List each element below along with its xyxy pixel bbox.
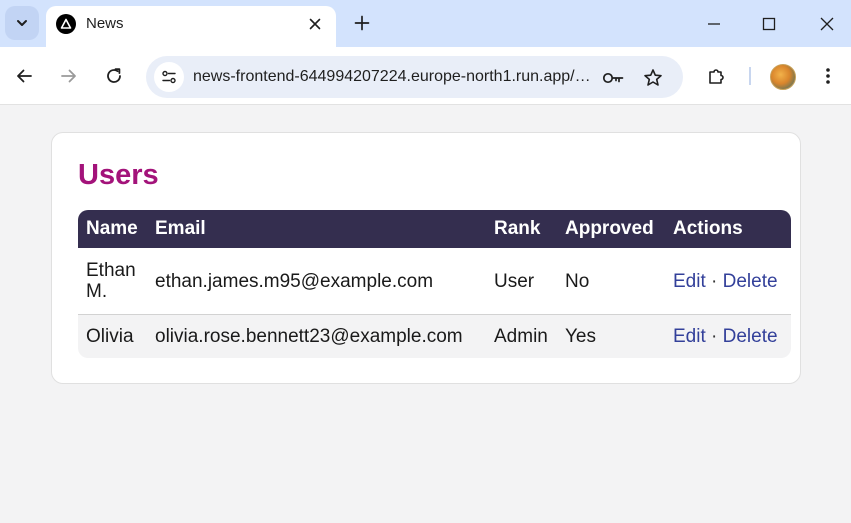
address-bar[interactable]: news-frontend-644994207224.europe-north1… [146, 56, 683, 98]
profile-avatar[interactable] [770, 64, 796, 90]
minimize-icon [708, 23, 720, 25]
password-manager-button[interactable] [601, 66, 625, 90]
column-header-email: Email [147, 210, 486, 248]
tab-title: News [86, 15, 124, 32]
table-row: Ethan M. ethan.james.m95@example.com Use… [78, 248, 791, 315]
browser-toolbar: news-frontend-644994207224.europe-north1… [0, 47, 851, 105]
maximize-icon [762, 17, 776, 31]
column-header-actions: Actions [665, 210, 791, 248]
key-icon [602, 72, 624, 84]
table-header-row: Name Email Rank Approved Actions [78, 210, 791, 248]
action-separator: · [711, 326, 718, 347]
plus-icon [354, 15, 370, 31]
back-button[interactable] [12, 64, 36, 88]
edit-link[interactable]: Edit [673, 271, 706, 292]
menu-dots-icon [826, 68, 830, 84]
forward-arrow-icon [61, 69, 76, 83]
reload-icon [107, 68, 121, 83]
chevron-down-icon [17, 20, 27, 26]
user-actions: Edit · Delete [665, 248, 791, 315]
tab-strip: News [0, 0, 851, 47]
tab-search-button[interactable] [5, 6, 39, 40]
favicon-triangle-icon [56, 14, 76, 34]
column-header-name: Name [78, 210, 147, 248]
action-separator: · [711, 270, 718, 292]
users-card: Users Name Email Rank Approved Actions E… [51, 132, 801, 384]
edit-link[interactable]: Edit [673, 326, 706, 347]
column-header-approved: Approved [557, 210, 665, 248]
column-header-rank: Rank [486, 210, 557, 248]
url-text[interactable]: news-frontend-644994207224.europe-north1… [193, 68, 593, 86]
maximize-button[interactable] [757, 12, 781, 36]
close-icon [820, 17, 834, 31]
user-name: Olivia [78, 315, 147, 358]
user-actions: Edit · Delete [665, 315, 791, 358]
new-tab-button[interactable] [350, 11, 374, 35]
user-rank: User [486, 248, 557, 315]
back-arrow-icon [17, 69, 32, 83]
user-email: ethan.james.m95@example.com [147, 248, 486, 315]
star-icon [644, 69, 662, 86]
page-title: Users [78, 159, 159, 191]
extensions-icon [709, 69, 724, 84]
table-row: Olivia olivia.rose.bennett23@example.com… [78, 315, 791, 358]
bookmark-button[interactable] [641, 66, 665, 90]
delete-link[interactable]: Delete [723, 326, 778, 347]
site-settings-icon [162, 70, 176, 84]
toolbar-divider [749, 67, 751, 85]
user-name: Ethan M. [78, 248, 147, 315]
delete-link[interactable]: Delete [723, 271, 778, 292]
user-approved: No [557, 248, 665, 315]
minimize-button[interactable] [702, 12, 726, 36]
browser-tab-news[interactable]: News [46, 6, 336, 47]
site-settings-button[interactable] [154, 62, 184, 92]
reload-button[interactable] [102, 64, 126, 88]
tab-close-button[interactable] [304, 13, 326, 35]
user-rank: Admin [486, 315, 557, 358]
user-email: olivia.rose.bennett23@example.com [147, 315, 486, 358]
forward-button[interactable] [57, 64, 81, 88]
menu-button[interactable] [816, 64, 840, 88]
user-approved: Yes [557, 315, 665, 358]
window-close-button[interactable] [815, 12, 839, 36]
extensions-button[interactable] [705, 64, 729, 88]
close-icon [309, 18, 321, 30]
users-table: Name Email Rank Approved Actions Ethan M… [78, 210, 791, 358]
